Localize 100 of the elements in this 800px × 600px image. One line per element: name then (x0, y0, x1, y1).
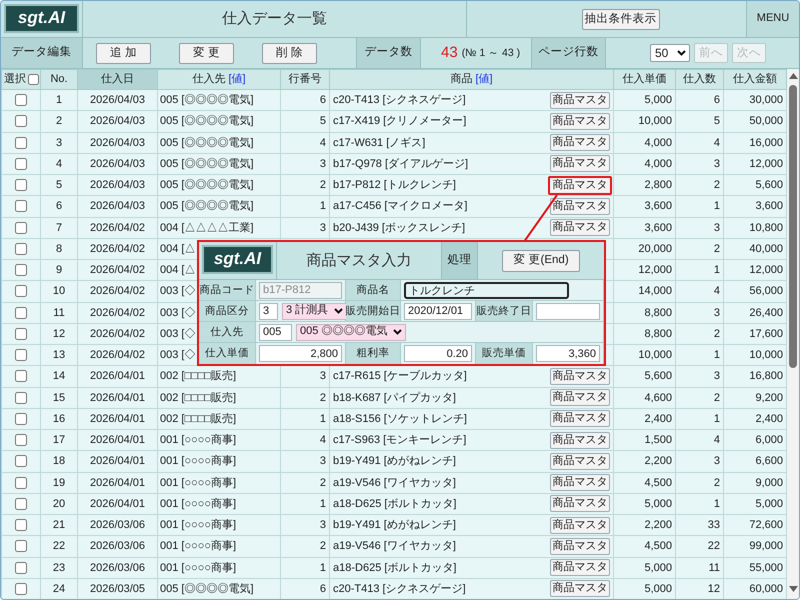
value-link[interactable]: [値] (228, 72, 246, 85)
table-cell: 5 (676, 110, 724, 132)
row-checkbox[interactable] (15, 158, 27, 170)
page-size-select[interactable]: 50 (650, 44, 690, 62)
product-master-button[interactable]: 商品マスタ (550, 559, 610, 576)
table-cell: 3 (280, 217, 330, 238)
table-cell: 2 (676, 238, 724, 260)
table-cell: 001 [○○○○商事] (158, 450, 280, 472)
table-cell: 001 [○○○○商事] (158, 472, 280, 494)
row-checkbox[interactable] (15, 349, 27, 362)
row-checkbox[interactable] (15, 498, 27, 510)
product-master-button[interactable]: 商品マスタ (550, 155, 610, 172)
table-cell: 4,600 (614, 387, 676, 408)
product-master-button[interactable]: 商品マスタ (550, 495, 610, 512)
product-master-button[interactable]: 商品マスタ (550, 410, 610, 428)
table-cell: 001 [○○○○商事] (158, 557, 280, 578)
product-name: a19-V546 [ワイヤカッタ] (333, 540, 456, 552)
table-cell: 4 (280, 430, 330, 451)
row-checkbox[interactable] (15, 306, 27, 319)
record-range: (№ 1 ～ 43 ) (462, 46, 520, 60)
table-cell: 33 (676, 514, 724, 536)
row-checkbox[interactable] (15, 540, 27, 552)
table-cell: 1 (40, 90, 78, 111)
table-cell: 5,600 (724, 174, 786, 196)
product-master-button[interactable]: 商品マスタ (550, 389, 610, 406)
row-checkbox[interactable] (15, 392, 27, 404)
edit-button[interactable]: 追 加 (96, 42, 151, 64)
number-field[interactable]: 3,360 (536, 345, 600, 362)
product-master-button[interactable]: 商品マスタ (550, 219, 610, 236)
text-field[interactable] (536, 302, 600, 320)
text-field[interactable]: 2020/12/01 (404, 302, 472, 320)
table-cell: 6,000 (724, 430, 786, 451)
row-checkbox[interactable] (15, 455, 27, 468)
table-cell: 55,000 (724, 557, 786, 578)
product-master-button[interactable]: 商品マスタ (550, 112, 610, 130)
table-cell: 20 (40, 493, 78, 514)
value-link[interactable]: [値] (475, 72, 493, 85)
table-cell: 12,000 (724, 153, 786, 174)
text-field[interactable]: 3 (259, 302, 278, 320)
product-name: b18-K687 [パイプカッタ] (333, 392, 456, 404)
product-master-button[interactable]: 商品マスタ (550, 432, 610, 449)
table-cell: 2 (676, 387, 724, 408)
filter-button[interactable]: 抽出条件表示 (582, 8, 660, 30)
table-cell: 10 (40, 280, 78, 302)
table-cell: 3,600 (614, 217, 676, 238)
table-cell: 002 [□□□□販売] (158, 387, 280, 408)
table-cell: 3 (280, 153, 330, 174)
row-checkbox[interactable] (15, 370, 27, 382)
scroll-down-icon[interactable] (788, 586, 798, 592)
scrollbar-thumb[interactable] (789, 85, 797, 368)
product-master-button[interactable]: 商品マスタ (550, 538, 610, 555)
row-checkbox[interactable] (15, 242, 27, 255)
text-field[interactable]: トルクレンチ (404, 282, 569, 298)
row-checkbox[interactable] (15, 412, 27, 425)
select-all-checkbox[interactable] (28, 74, 39, 84)
table-cell: 4,500 (614, 536, 676, 557)
record-count: 43 (441, 44, 458, 62)
product-master-button[interactable]: 商品マスタ (550, 580, 610, 598)
product-master-button[interactable]: 商品マスタ (550, 368, 610, 385)
row-checkbox[interactable] (15, 222, 27, 234)
row-checkbox[interactable] (15, 285, 27, 298)
row-checkbox[interactable] (15, 136, 27, 149)
number-field[interactable]: 2,800 (259, 345, 342, 362)
scrollbar[interactable] (787, 69, 799, 599)
menu-button[interactable]: MENU (746, 1, 799, 37)
product-master-button[interactable]: 商品マスタ (550, 134, 610, 152)
change-button[interactable]: 変 更(End) (502, 250, 580, 272)
table-cell: 1 (676, 344, 724, 366)
product-master-button[interactable]: 商品マスタ (550, 452, 610, 470)
table-cell: 23 (40, 557, 78, 578)
scroll-up-icon[interactable] (788, 73, 798, 79)
edit-button[interactable]: 変 更 (179, 42, 234, 64)
row-checkbox[interactable] (15, 115, 27, 128)
table-cell: 2026/03/06 (78, 557, 158, 578)
product-master-button[interactable]: 商品マスタ (550, 92, 610, 109)
edit-button[interactable]: 削 除 (262, 42, 317, 64)
row-checkbox[interactable] (15, 264, 27, 276)
row-checkbox[interactable] (15, 328, 27, 340)
row-checkbox[interactable] (15, 200, 27, 212)
dropdown[interactable]: 005 ◎◎◎◎電気 (296, 324, 406, 340)
product-master-button[interactable]: 商品マスタ (548, 176, 612, 195)
text-field[interactable]: 005 (259, 324, 292, 340)
product-name: a18-S156 [ソケットレンチ] (333, 412, 467, 425)
row-checkbox[interactable] (15, 562, 27, 574)
row-checkbox[interactable] (15, 434, 27, 446)
row-checkbox[interactable] (15, 476, 27, 489)
row-checkbox[interactable] (15, 179, 27, 192)
table-cell: 17 (40, 430, 78, 451)
product-master-button[interactable]: 商品マスタ (550, 516, 610, 534)
table-cell: 5,000 (724, 493, 786, 514)
product-name: c17-S963 [モンキーレンチ] (333, 434, 466, 446)
table-cell: 2,200 (614, 514, 676, 536)
row-checkbox[interactable] (15, 94, 27, 106)
product-master-button[interactable]: 商品マスタ (550, 198, 610, 215)
product-master-button[interactable]: 商品マスタ (550, 474, 610, 492)
table-cell: 3,600 (724, 196, 786, 217)
row-checkbox[interactable] (15, 519, 27, 532)
row-checkbox[interactable] (15, 582, 27, 595)
table-cell: 10,000 (614, 344, 676, 366)
number-field[interactable]: 0.20 (404, 345, 472, 362)
